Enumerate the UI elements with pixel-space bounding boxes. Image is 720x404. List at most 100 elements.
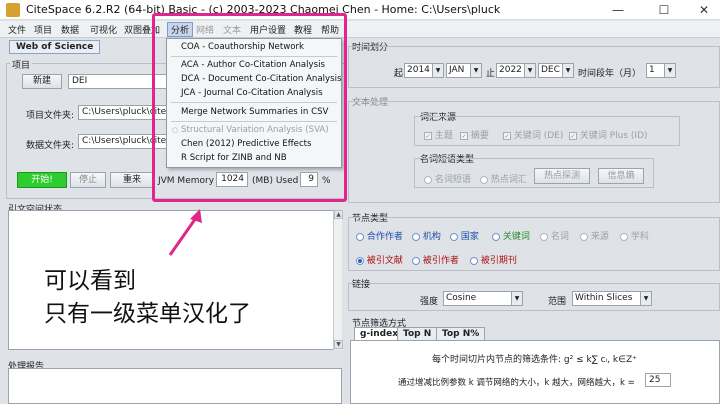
- checkbox-icon: ✓: [503, 131, 511, 140]
- report-textarea: [8, 368, 342, 404]
- node-term-label: 名词: [550, 232, 569, 242]
- to-month-value: DEC: [541, 65, 560, 75]
- start-button[interactable]: 开始!: [17, 172, 67, 188]
- data-dir-label: 数据文件夹:: [26, 141, 75, 151]
- menu-file[interactable]: 文件: [8, 23, 26, 36]
- menu-visualize[interactable]: 可视化: [90, 23, 117, 36]
- strength-label: 强度: [420, 297, 439, 307]
- to-year-value: 2022: [499, 65, 522, 75]
- radio-icon: [470, 256, 478, 265]
- term-keyword-de-label: 关键词 (DE): [513, 131, 564, 141]
- checkbox-icon: ✓: [460, 131, 468, 140]
- checkbox-icon: ✓: [424, 131, 432, 140]
- node-institution-option[interactable]: 机构: [412, 229, 441, 242]
- radio-icon: [412, 232, 420, 241]
- node-country-label: 国家: [460, 232, 479, 242]
- citespace-app-icon: [6, 3, 20, 17]
- k-parameter-label: 通过增减比例参数 k 调节网络的大小，k 越大，网络越大，k =: [398, 378, 635, 388]
- node-types-group: [348, 217, 720, 271]
- radio-icon: [450, 232, 458, 241]
- node-country-option[interactable]: 国家: [450, 229, 479, 242]
- reset-button[interactable]: 重来: [110, 172, 154, 188]
- node-term-option[interactable]: 名词: [540, 229, 569, 242]
- k-value-field[interactable]: 25: [645, 373, 671, 387]
- checkbox-icon: ✓: [569, 131, 577, 140]
- chevron-down-icon: ▼: [470, 64, 481, 77]
- project-group-label: 项目: [10, 58, 33, 71]
- term-keyword-id-option[interactable]: ✓ 关键词 Plus (ID): [569, 128, 648, 141]
- g-index-formula: 每个时间切片内节点的筛选条件: g² ≤ k∑ cᵢ, k∈Z⁺: [432, 355, 637, 365]
- info-gain-button[interactable]: 信息熵: [598, 168, 644, 184]
- to-label: 止: [486, 69, 496, 79]
- chevron-down-icon: ▼: [562, 64, 573, 77]
- node-author-option[interactable]: 合作作者: [356, 229, 403, 242]
- node-reference-label: 被引文献: [366, 256, 403, 266]
- annotation-arrow: [168, 209, 202, 256]
- chevron-down-icon: ▼: [524, 64, 535, 77]
- node-cited-journal-option[interactable]: 被引期刊: [470, 253, 517, 266]
- term-keyword-id-label: 关键词 Plus (ID): [579, 131, 648, 141]
- node-institution-label: 机构: [422, 232, 441, 242]
- term-abstract-option[interactable]: ✓ 摘要: [460, 128, 489, 141]
- radio-icon: [356, 232, 364, 241]
- scope-value: Within Slices: [575, 293, 633, 303]
- tab-web-of-science[interactable]: Web of Science: [9, 40, 101, 54]
- node-category-option[interactable]: 学科: [620, 229, 649, 242]
- from-month-select[interactable]: JAN ▼: [446, 63, 482, 78]
- scroll-down-icon[interactable]: ▼: [334, 340, 343, 349]
- to-month-select[interactable]: DEC ▼: [538, 63, 574, 78]
- g-index-panel: [350, 340, 720, 404]
- chevron-down-icon: ▼: [511, 292, 522, 305]
- strength-value: Cosine: [446, 293, 477, 303]
- radio-icon: [412, 256, 420, 265]
- minimize-button[interactable]: —: [598, 0, 638, 20]
- to-year-select[interactable]: 2022 ▼: [496, 63, 536, 78]
- burst-term-option[interactable]: 热点词汇: [480, 172, 527, 185]
- node-source-label: 来源: [590, 232, 609, 242]
- radio-selected-icon: [356, 256, 364, 265]
- tab-top-n-percent[interactable]: Top N%: [436, 327, 486, 341]
- menu-project[interactable]: 项目: [34, 23, 52, 36]
- new-project-button[interactable]: 新建: [22, 74, 62, 89]
- node-cited-journal-label: 被引期刊: [480, 256, 517, 266]
- strength-select[interactable]: Cosine ▼: [443, 291, 523, 306]
- noun-phrase-label: 名词短语: [434, 175, 471, 185]
- burst-term-label: 热点词汇: [490, 175, 527, 185]
- radio-icon: [580, 232, 588, 241]
- annotation-line-2: 只有一级菜单汉化了: [44, 301, 251, 327]
- links-group: [348, 283, 720, 311]
- term-title-option[interactable]: ✓ 主题: [424, 128, 453, 141]
- burst-detect-button[interactable]: 热点探测: [534, 168, 590, 184]
- node-cited-author-label: 被引作者: [422, 256, 459, 266]
- from-month-value: JAN: [449, 65, 465, 75]
- radio-icon: [540, 232, 548, 241]
- node-source-option[interactable]: 来源: [580, 229, 609, 242]
- slice-length-label: 时间段年（月）: [578, 69, 642, 79]
- term-title-label: 主题: [434, 131, 453, 141]
- status-scrollbar[interactable]: ▲ ▼: [333, 210, 343, 350]
- annotation-line-1: 可以看到: [44, 268, 136, 294]
- scroll-up-icon[interactable]: ▲: [334, 210, 343, 219]
- menu-bar: 文件 项目 数据 可视化 双图叠加 分析 网络 文本 用户设置 教程 帮助: [0, 21, 720, 38]
- chevron-down-icon: ▼: [432, 64, 443, 77]
- slice-length-value: 1: [649, 65, 655, 75]
- term-abstract-label: 摘要: [470, 131, 489, 141]
- menu-data[interactable]: 数据: [61, 23, 79, 36]
- node-reference-option[interactable]: 被引文献: [356, 253, 403, 266]
- chevron-down-icon: ▼: [640, 292, 651, 305]
- term-keyword-de-option[interactable]: ✓ 关键词 (DE): [503, 128, 563, 141]
- node-cited-author-option[interactable]: 被引作者: [412, 253, 459, 266]
- noun-phrase-option[interactable]: 名词短语: [424, 172, 471, 185]
- radio-icon: [620, 232, 628, 241]
- chevron-down-icon: ▼: [664, 64, 675, 77]
- from-year-select[interactable]: 2014 ▼: [404, 63, 444, 78]
- maximize-button[interactable]: ☐: [644, 0, 684, 20]
- from-label: 起: [394, 69, 404, 79]
- node-keyword-label: 关键词: [502, 232, 530, 242]
- slice-length-select[interactable]: 1 ▼: [646, 63, 676, 78]
- node-keyword-option[interactable]: 关键词: [492, 229, 530, 242]
- tab-top-n[interactable]: Top N: [397, 327, 438, 341]
- stop-button[interactable]: 停止: [70, 172, 106, 188]
- close-button[interactable]: ✕: [684, 0, 720, 20]
- scope-select[interactable]: Within Slices ▼: [572, 291, 652, 306]
